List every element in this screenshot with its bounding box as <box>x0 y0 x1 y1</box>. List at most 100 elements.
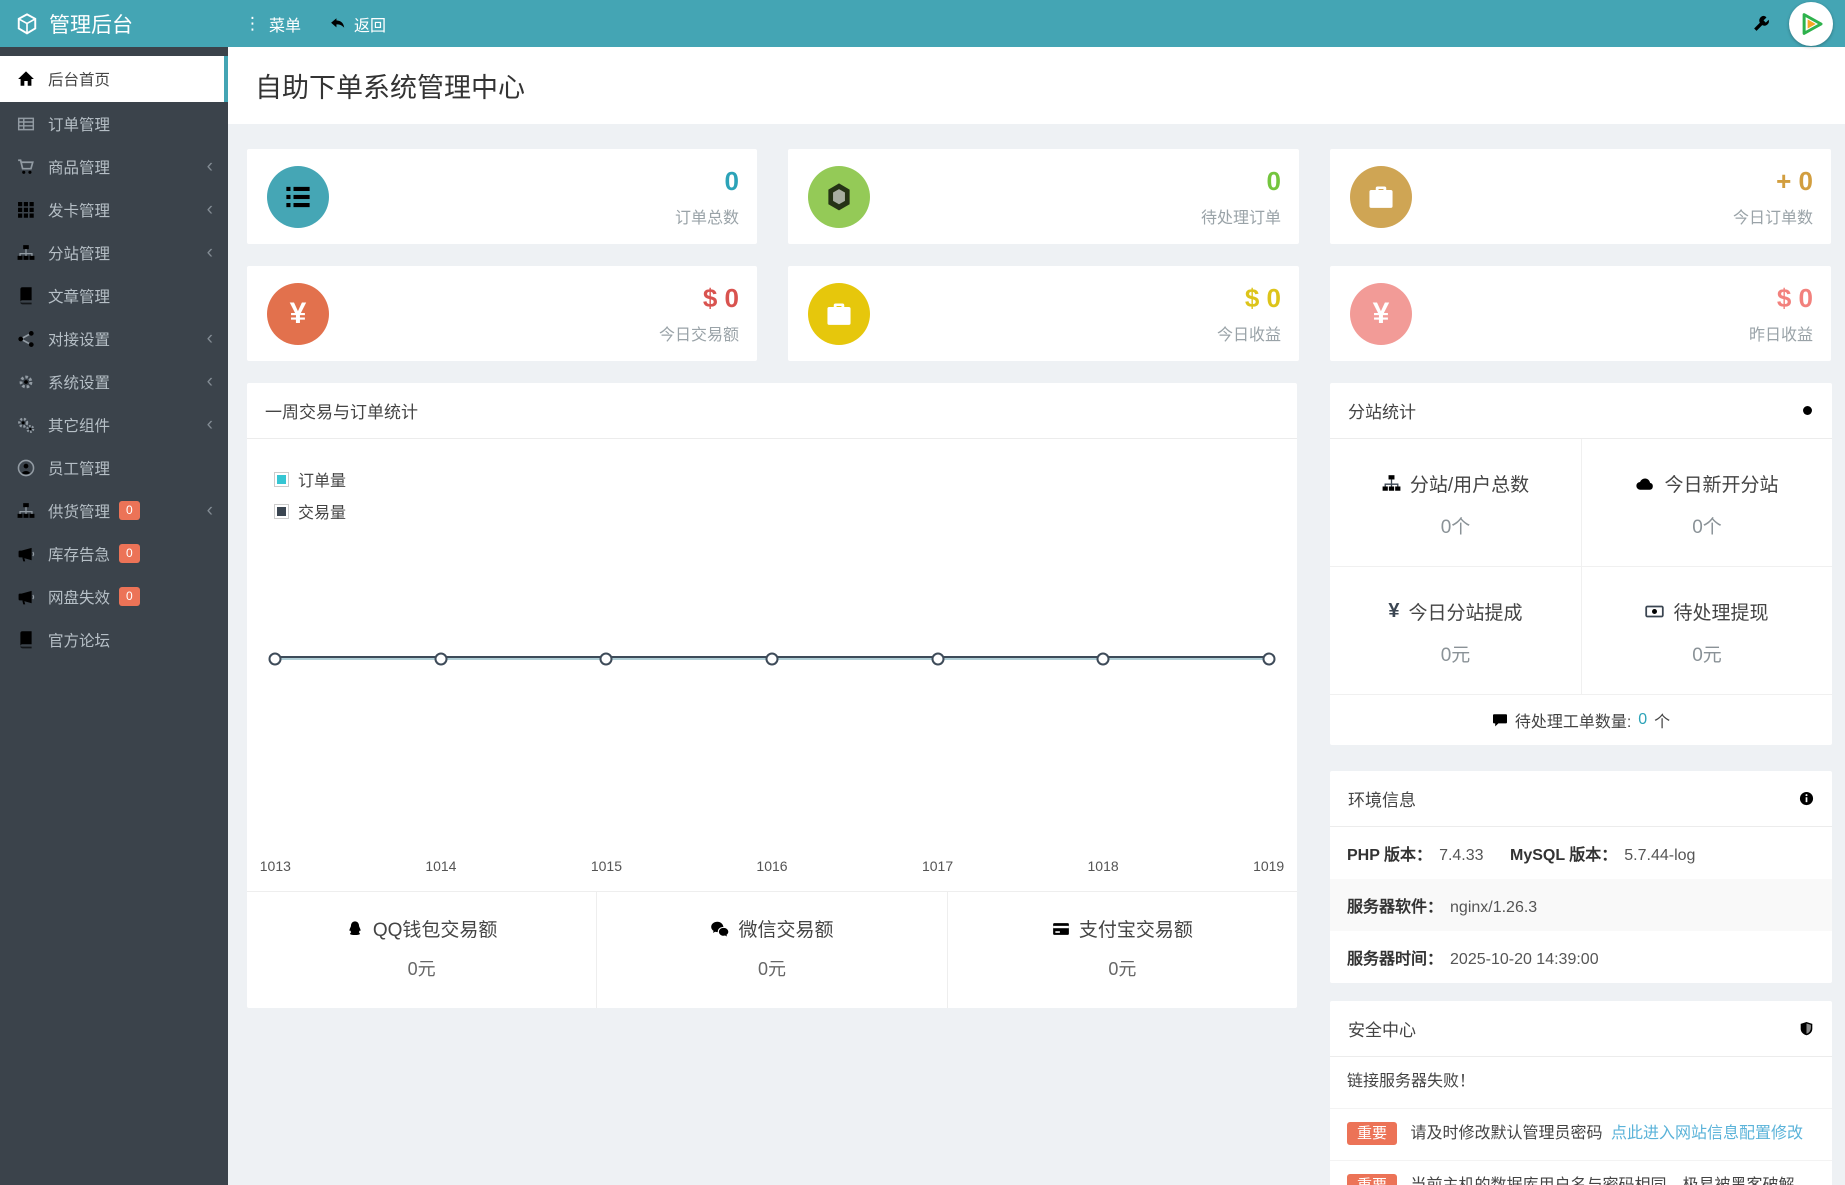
sidebar-item-stock-alert[interactable]: 库存告急 0 <box>0 532 228 575</box>
data-point <box>434 652 448 666</box>
data-point <box>599 652 613 666</box>
pending-tickets-row: 待处理工单数量: 0 个 <box>1330 694 1832 745</box>
info-box-label: 昨日收益 <box>1748 326 1813 344</box>
pending-tickets-value: 0 <box>1638 711 1648 728</box>
info-box-grid: 0 订单总数 0 待处理订单 + 0 今日订单数 ¥ $ 0 今日交易额 $ 0… <box>247 149 1832 361</box>
x-axis-tick: 1019 <box>1253 858 1285 874</box>
bullhorn-icon <box>17 588 35 606</box>
env-row-server-software: 服务器软件： nginx/1.26.3 <box>1330 879 1832 931</box>
brand[interactable]: 管理后台 <box>0 9 228 39</box>
info-box-value: + 0 <box>1776 165 1813 196</box>
pending-tickets-label: 待处理工单数量: <box>1514 714 1632 731</box>
sidebar-item-products[interactable]: 商品管理 ‹ <box>0 145 228 188</box>
branch-cell-value: 0元 <box>1692 645 1722 666</box>
sitemap-icon <box>17 244 35 262</box>
security-panel: 安全中心 链接服务器失败！ 重要 请及时修改默认管理员密码 点此进入网站信息配置… <box>1330 1001 1832 1185</box>
briefcase-icon <box>1350 165 1412 228</box>
home-icon <box>17 70 35 88</box>
line-chart: 订单量 交易量 1013 1014 1015 1016 1017 1018 1019 <box>247 439 1297 891</box>
x-axis-tick: 1017 <box>921 858 954 874</box>
info-box-total-orders: 0 订单总数 <box>247 149 757 244</box>
play-icon <box>1802 12 1823 35</box>
briefcase-icon <box>808 282 870 345</box>
top-navbar: 管理后台 ⋮ 菜单 返回 <box>0 0 1845 47</box>
branch-cell-withdrawals: 待处理提现 0元 <box>1581 566 1832 694</box>
sidebar-item-orders[interactable]: 订单管理 <box>0 102 228 145</box>
panel-header: 分站统计 <box>1330 383 1832 439</box>
env-value: 2025-10-20 14:39:00 <box>1450 951 1599 968</box>
wrench-icon[interactable] <box>1752 14 1771 33</box>
chevron-left-icon: ‹ <box>206 199 213 220</box>
brand-title: 管理后台 <box>49 13 133 37</box>
info-box-today-orders: + 0 今日订单数 <box>1330 149 1831 244</box>
env-label: PHP 版本： <box>1347 847 1433 864</box>
reply-arrow-icon <box>329 15 346 32</box>
pay-stat-value: 0元 <box>757 959 786 979</box>
config-link[interactable]: 点此进入网站信息配置修改 <box>1611 1125 1803 1142</box>
back-button[interactable]: 返回 <box>329 12 386 36</box>
pay-stat-wechat: 微信交易额 0元 <box>596 892 946 1008</box>
x-axis-tick: 1018 <box>1087 858 1119 874</box>
count-badge: 0 <box>119 544 140 563</box>
main-row: 一周交易与订单统计 订单量 交易量 1013 1014 1015 1016 10… <box>247 383 1832 1185</box>
security-row-server-failed: 链接服务器失败！ <box>1330 1057 1832 1108</box>
pay-stat-label: QQ钱包交易额 <box>372 920 498 941</box>
pay-stat-label: 支付宝交易额 <box>1078 920 1193 941</box>
play-logo[interactable] <box>1789 1 1833 46</box>
pay-stat-label: 微信交易额 <box>738 920 834 941</box>
top-nav: ⋮ 菜单 返回 <box>244 12 386 36</box>
security-text: 当前主机的数据库用户名与密码相同，极易被黑客破解，请及时修改数据库密码 <box>1347 1177 1810 1185</box>
sidebar-item-staff[interactable]: 员工管理 <box>0 446 228 489</box>
panel-title: 环境信息 <box>1348 791 1416 810</box>
sidebar-item-branches[interactable]: 分站管理 ‹ <box>0 231 228 274</box>
cart-icon <box>17 158 35 176</box>
sidebar-item-label: 对接设置 <box>48 331 111 349</box>
branch-cell-total: 分站/用户总数 0个 <box>1330 439 1581 566</box>
info-box-label: 今日订单数 <box>1732 209 1813 227</box>
sidebar-item-articles[interactable]: 文章管理 <box>0 274 228 317</box>
sidebar-item-label: 员工管理 <box>48 460 111 478</box>
legend-item: 订单量 <box>274 467 346 491</box>
sidebar-item-home[interactable]: 后台首页 <box>0 56 228 102</box>
info-box-value: 0 <box>724 165 739 196</box>
yen-icon: ¥ <box>1350 282 1412 345</box>
sidebar-item-system-settings[interactable]: 系统设置 ‹ <box>0 360 228 403</box>
legend-swatch <box>277 506 286 516</box>
sidebar-item-cards[interactable]: 发卡管理 ‹ <box>0 188 228 231</box>
sidebar-item-components[interactable]: 其它组件 ‹ <box>0 403 228 446</box>
sidebar-item-label: 订单管理 <box>48 116 111 134</box>
env-label: 服务器时间： <box>1347 951 1444 968</box>
env-value: 7.4.33 <box>1439 847 1484 864</box>
info-box-value: $ 0 <box>1776 282 1813 313</box>
sidebar-item-supply[interactable]: 供货管理 0 ‹ <box>0 489 228 532</box>
legend-swatch-box <box>274 503 289 519</box>
environment-panel: 环境信息 PHP 版本： 7.4.33 MySQL 版本： 5.7.44-log 服… <box>1330 771 1832 983</box>
env-value: nginx/1.26.3 <box>1450 899 1538 916</box>
legend-label: 交易量 <box>298 505 347 522</box>
info-icon[interactable] <box>1799 791 1814 806</box>
page-header: 自助下单系统管理中心 <box>228 47 1845 124</box>
sidebar-item-netdisk-invalid[interactable]: 网盘失效 0 <box>0 575 228 618</box>
cloud-icon <box>1635 474 1655 494</box>
bullhorn-icon <box>17 545 35 563</box>
main-content: 自助下单系统管理中心 0 订单总数 0 待处理订单 + 0 今日订单数 ¥ $ … <box>228 0 1845 1185</box>
panel-header: 环境信息 <box>1330 771 1832 827</box>
info-box-label: 今日交易额 <box>658 326 739 344</box>
content-area: 0 订单总数 0 待处理订单 + 0 今日订单数 ¥ $ 0 今日交易额 $ 0… <box>228 124 1845 1185</box>
sidebar-item-label: 其它组件 <box>48 417 111 435</box>
chevron-left-icon: ‹ <box>206 156 213 177</box>
sidebar-item-label: 商品管理 <box>48 159 111 177</box>
pay-stat-value: 0元 <box>407 959 436 979</box>
menu-toggle-button[interactable]: ⋮ 菜单 <box>244 12 301 36</box>
right-column: 分站统计 分站/用户总数 0个 今日新开分站 0个 ¥ 今日分站提成 0元 待处… <box>1330 383 1832 1185</box>
info-box-value: $ 0 <box>1244 282 1281 313</box>
sidebar-item-integrations[interactable]: 对接设置 ‹ <box>0 317 228 360</box>
branch-grid: 分站/用户总数 0个 今日新开分站 0个 ¥ 今日分站提成 0元 待处理提现 0… <box>1330 439 1832 694</box>
chart-legend: 订单量 交易量 <box>274 467 346 531</box>
sidebar-item-official-forum[interactable]: 官方论坛 <box>0 618 228 661</box>
panel-title: 安全中心 <box>1348 1021 1416 1040</box>
sidebar-item-label: 官方论坛 <box>48 632 111 650</box>
data-point <box>1096 652 1110 666</box>
panel-title: 一周交易与订单统计 <box>265 403 418 422</box>
yen-icon: ¥ <box>267 282 329 345</box>
